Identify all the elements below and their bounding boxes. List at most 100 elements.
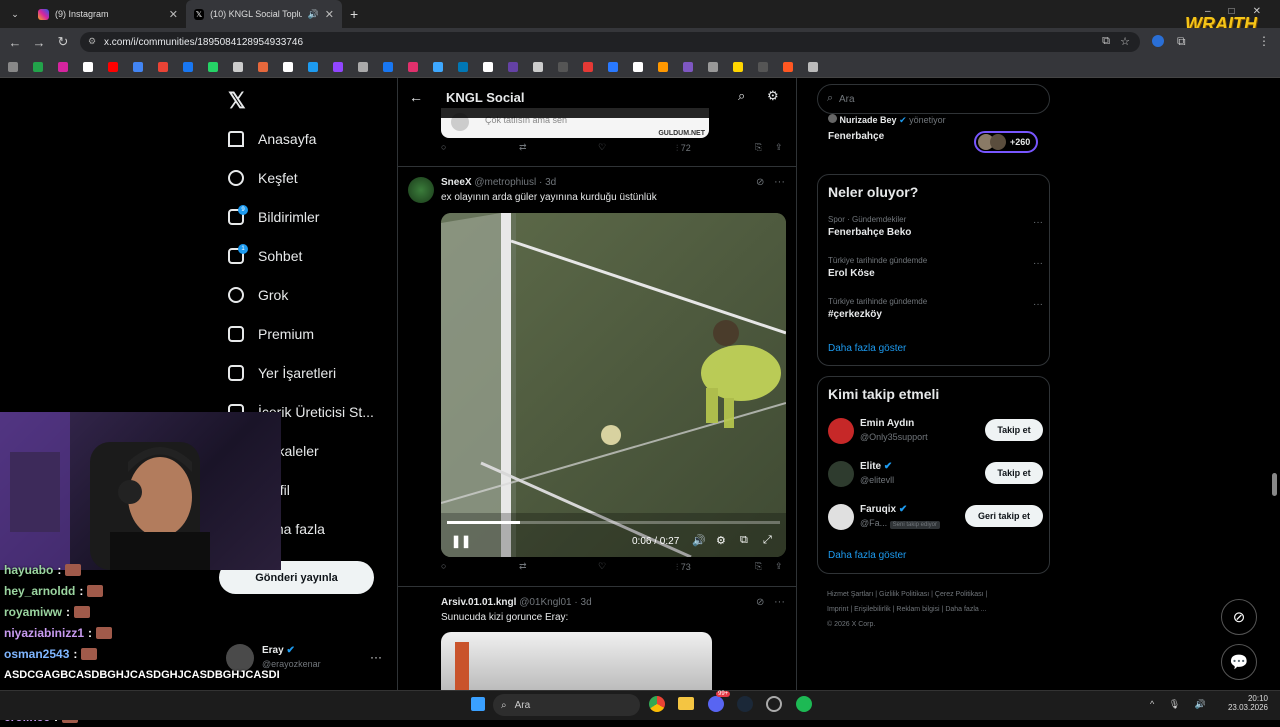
video-player[interactable]: ❚❚ 0:06 / 0:27 🔊 ⚙ ⧉ ⤢	[441, 213, 786, 557]
new-tab-button[interactable]: +	[342, 0, 366, 28]
bookmark-icon[interactable]	[333, 61, 343, 72]
system-tray-icons[interactable]: ^ 🎙 🔊	[1150, 699, 1212, 710]
footer-link[interactable]: Çerez Politikası	[935, 591, 984, 598]
back-icon[interactable]: ←	[3, 35, 27, 50]
taskbar-search[interactable]: ⌕ Ara	[493, 694, 640, 716]
fullscreen-icon[interactable]: ⤢	[763, 534, 772, 547]
tab-instagram[interactable]: (9) Instagram ✕	[30, 0, 186, 28]
bookmark-icon[interactable]	[708, 61, 718, 72]
bookmark-icon[interactable]	[783, 61, 793, 72]
share-icon[interactable]: ⇪	[775, 142, 787, 154]
file-explorer-icon[interactable]	[678, 697, 694, 710]
spotify-icon[interactable]	[796, 696, 812, 712]
bookmark-icon[interactable]	[108, 61, 118, 72]
speaker-icon[interactable]: 🔊	[308, 9, 319, 20]
steam-icon[interactable]	[737, 696, 753, 712]
follow-button[interactable]: Geri takip et	[965, 505, 1043, 527]
follow-button[interactable]: Takip et	[985, 419, 1043, 441]
messages-float-icon[interactable]: 💬	[1221, 644, 1257, 680]
bookmark-icon[interactable]	[433, 61, 443, 72]
avatar[interactable]	[828, 504, 854, 530]
author-handle[interactable]: @metrophiusl	[474, 177, 536, 188]
post-more-icon[interactable]: ···	[774, 176, 785, 188]
sidebar-item-2[interactable]: 9 Bildirimler	[228, 197, 388, 236]
footer-link[interactable]: Erişilebilirlik	[854, 606, 891, 613]
footer-link[interactable]: Imprint	[827, 606, 848, 613]
bookmark-icon[interactable]	[58, 61, 68, 72]
window-controls[interactable]: –□✕	[1205, 6, 1279, 17]
views-count[interactable]: ⫶ 72	[676, 143, 691, 154]
bookmark-icon[interactable]	[33, 61, 43, 72]
footer-link[interactable]: Gizlilik Politikası	[879, 591, 929, 598]
settings-icon[interactable]: ⚙	[716, 534, 726, 547]
bookmark-icon[interactable]	[158, 61, 168, 72]
sidebar-item-0[interactable]: Anasayfa	[228, 119, 388, 158]
grok-icon[interactable]: ⊘	[756, 597, 764, 608]
menu-icon[interactable]: ⋮	[1258, 34, 1270, 48]
x-logo-icon[interactable]: 𝕏	[228, 88, 246, 114]
bookmark-icon[interactable]	[583, 61, 593, 72]
page-scrollbar[interactable]	[1272, 473, 1277, 496]
volume-icon[interactable]: 🔊	[692, 534, 706, 547]
like-icon[interactable]: ♡	[598, 142, 610, 154]
install-icon[interactable]: ⧉	[1102, 35, 1110, 48]
puzzle-icon[interactable]: ⧉	[1177, 34, 1186, 49]
bookmark-icon[interactable]	[233, 61, 243, 72]
avatar[interactable]	[408, 177, 434, 203]
sidebar-item-6[interactable]: Yer İşaretleri	[228, 353, 388, 392]
bookmark-icon[interactable]	[308, 61, 318, 72]
url-bar[interactable]: ⚙ x.com/i/communities/189508412895493374…	[80, 32, 1140, 52]
follow-name[interactable]: Emin Aydın	[860, 418, 914, 429]
bookmark-icon[interactable]	[383, 61, 393, 72]
post-image[interactable]	[441, 632, 712, 690]
trend-more-icon[interactable]: ···	[1033, 258, 1043, 269]
account-more-icon[interactable]: ···	[370, 650, 382, 664]
repost-icon[interactable]: ⇄	[519, 561, 531, 573]
avatar[interactable]	[828, 461, 854, 487]
bookmark-icon[interactable]	[458, 61, 468, 72]
clock[interactable]: 20:10 23.03.2026	[1226, 694, 1268, 712]
sidebar-item-1[interactable]: Keşfet	[228, 158, 388, 197]
follow-item[interactable]: Emin Aydın @Only35support Takip et	[828, 415, 1043, 458]
bookmark-icon[interactable]	[633, 61, 643, 72]
pip-icon[interactable]: ⧉	[740, 534, 748, 547]
gear-icon[interactable]: ⚙	[767, 88, 779, 104]
trend-more-icon[interactable]: ···	[1033, 299, 1043, 310]
owner-name[interactable]: Nurizade Bey	[840, 115, 897, 125]
app-icon[interactable]	[766, 696, 782, 712]
grok-float-icon[interactable]: ⊘	[1221, 599, 1257, 635]
bookmark-icon[interactable]	[533, 61, 543, 72]
sidebar-item-5[interactable]: Premium	[228, 314, 388, 353]
follow-name[interactable]: Elite	[860, 461, 881, 472]
chrome-icon[interactable]	[649, 696, 665, 712]
discord-icon[interactable]	[708, 696, 724, 712]
site-info-icon[interactable]: ⚙	[88, 36, 96, 47]
bookmark-icon[interactable]	[808, 61, 818, 72]
repost-icon[interactable]: ⇄	[519, 142, 531, 154]
reply-icon[interactable]: ○	[441, 561, 453, 573]
author-name[interactable]: Arsiv.01.01.kngl	[441, 597, 516, 608]
footer-link[interactable]: Reklam bilgisi	[896, 606, 939, 613]
close-icon[interactable]: ✕	[169, 8, 178, 21]
reply-icon[interactable]: ○	[441, 142, 453, 154]
bookmark-icon[interactable]	[133, 61, 143, 72]
pause-icon[interactable]: ❚❚	[451, 534, 471, 548]
bookmark-icon[interactable]	[358, 61, 368, 72]
bookmark-icon[interactable]	[658, 61, 668, 72]
bookmark-icon[interactable]	[258, 61, 268, 72]
grok-icon[interactable]: ⊘	[756, 177, 764, 188]
bookmark-icon[interactable]	[283, 61, 293, 72]
follow-item[interactable]: Faruqix ✔ @Fa... Seni takip ediyor Geri ta…	[828, 501, 1043, 544]
trend-item[interactable]: Spor · Gündemdekiler Fenerbahçe Beko ···	[828, 215, 1043, 256]
footer-link[interactable]: Daha fazla ...	[945, 606, 986, 613]
search-icon[interactable]: ⌕	[738, 88, 745, 104]
bookmark-icon[interactable]	[508, 61, 518, 72]
share-icon[interactable]: ⇪	[775, 561, 787, 573]
post-time[interactable]: 3d	[581, 597, 592, 608]
bookmark-icon[interactable]	[608, 61, 618, 72]
sidebar-item-4[interactable]: Grok	[228, 275, 388, 314]
extension-icon[interactable]	[1152, 35, 1164, 47]
bookmark-icon[interactable]	[408, 61, 418, 72]
sidebar-item-3[interactable]: 1 Sohbet	[228, 236, 388, 275]
bookmark-icon[interactable]	[83, 61, 93, 72]
